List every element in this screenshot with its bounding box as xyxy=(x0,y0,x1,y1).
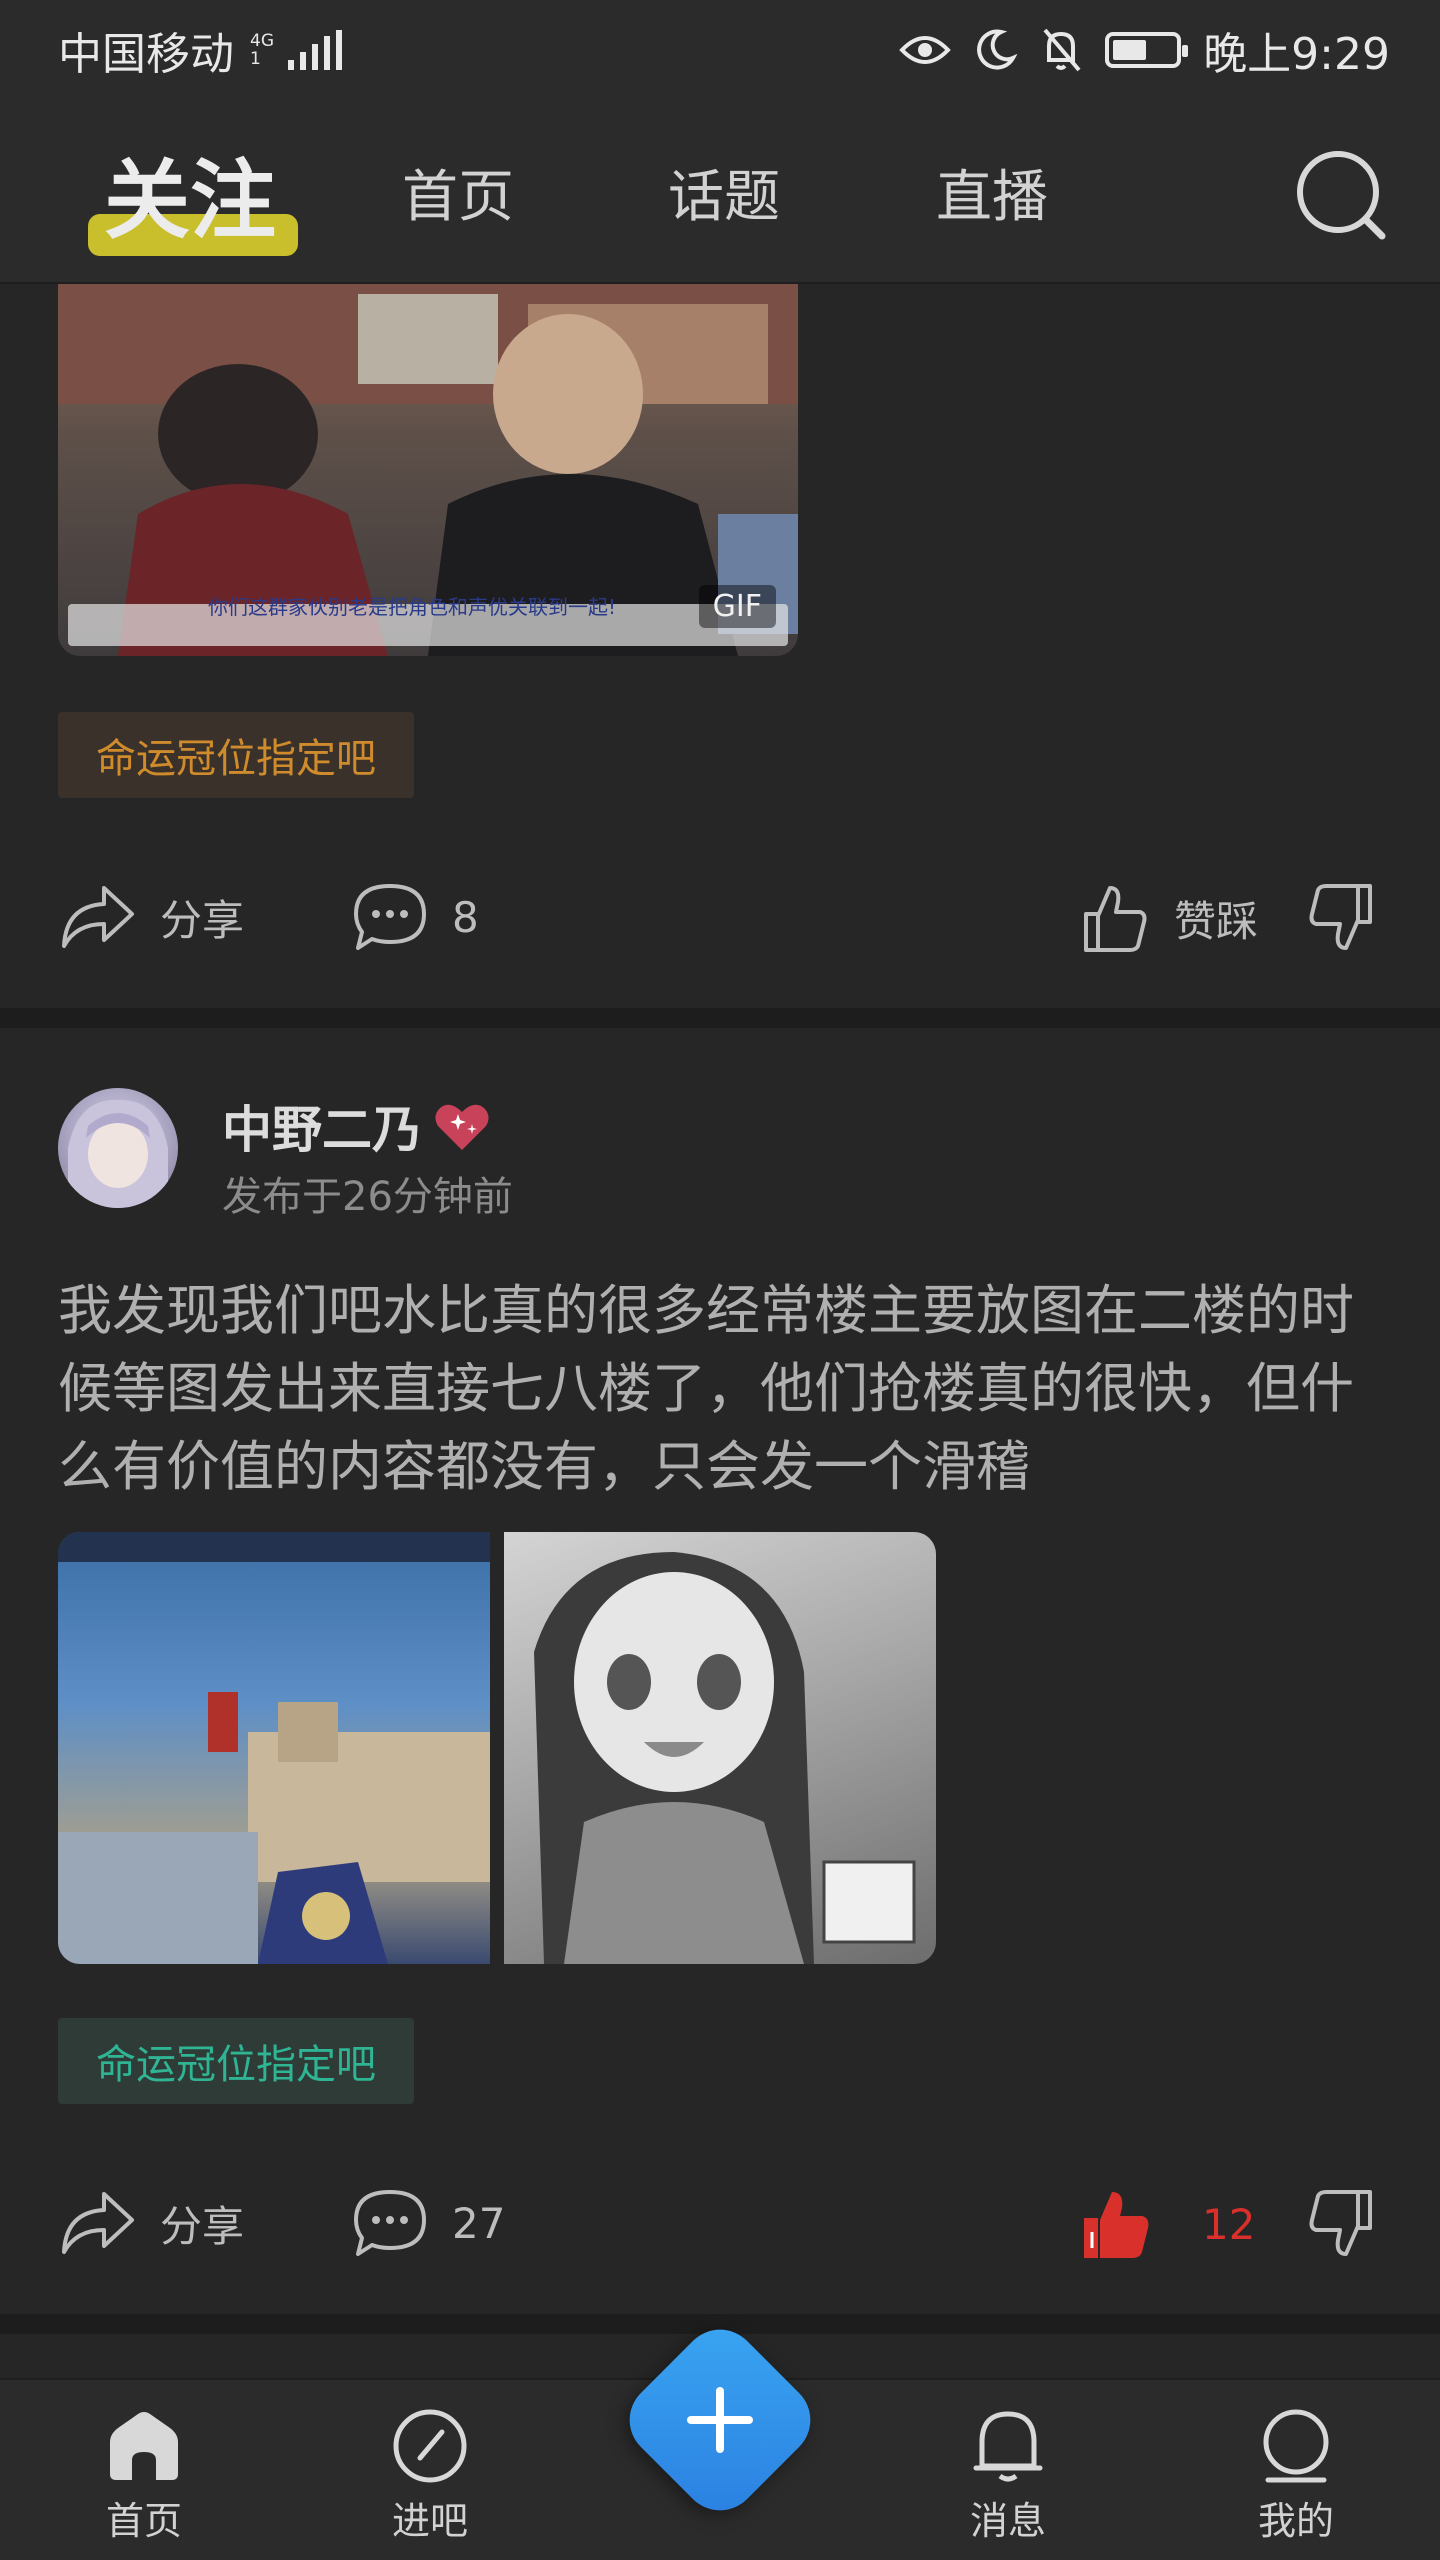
feed-page: 中国移动 4G 1 晚上9:29 关注 首页 话题 直播 你们这群家伙别老是把角… xyxy=(0,0,1440,2560)
thumb-up-filled-icon xyxy=(1084,2192,1149,2258)
comment-icon xyxy=(354,884,426,950)
post2-actions: 分享 27 12 xyxy=(0,2188,1440,2278)
post1-topic-tag[interactable]: 命运冠位指定吧 xyxy=(58,712,414,798)
nav-home[interactable]: 首页 xyxy=(44,2380,244,2560)
tab-topics-label: 话题 xyxy=(668,164,780,230)
username[interactable]: 中野二乃 xyxy=(222,1090,492,1162)
post2-dislike-button[interactable] xyxy=(1306,2188,1376,2260)
tab-following-label: 关注 xyxy=(104,150,276,251)
battery-fill xyxy=(1113,40,1147,60)
avatar[interactable] xyxy=(58,1088,178,1208)
post1-like-button[interactable]: 赞踩 xyxy=(1080,882,1258,954)
share-label: 分享 xyxy=(160,2201,245,2251)
bell-icon xyxy=(973,2411,1043,2482)
gif-badge: GIF xyxy=(698,585,776,628)
bell-muted-icon xyxy=(1043,28,1081,72)
status-right: 晚上9:29 xyxy=(899,18,1390,82)
thumb-down-icon xyxy=(1309,2190,1372,2256)
post2-comment-button[interactable]: 27 xyxy=(352,2188,505,2258)
post1-dislike-button[interactable] xyxy=(1306,882,1376,954)
tab-home[interactable]: 首页 xyxy=(402,100,514,284)
post2-like-button[interactable]: 12 xyxy=(1080,2188,1255,2260)
like-count: 12 xyxy=(1202,2199,1256,2249)
plus-icon xyxy=(687,2387,753,2453)
network-type-bottom: 1 xyxy=(250,49,261,69)
share-label: 分享 xyxy=(160,895,245,945)
post-body[interactable]: 我发现我们吧水比真的很多经常楼主要放图在二楼的时候等图发出来直接七八楼了，他们抢… xyxy=(58,1272,1378,1506)
tab-topics[interactable]: 话题 xyxy=(668,100,780,284)
search-icon[interactable] xyxy=(1286,140,1396,250)
nav-home-label: 首页 xyxy=(105,2499,182,2543)
tab-following[interactable]: 关注 xyxy=(104,100,276,284)
nav-profile-label: 我的 xyxy=(1257,2499,1334,2543)
post2-share-button[interactable]: 分享 xyxy=(58,2188,244,2258)
post1-image[interactable]: 你们这群家伙别老是把角色和声优关联到一起! GIF xyxy=(58,284,798,656)
post-divider xyxy=(0,1008,1440,1028)
post2-topic-tag[interactable]: 命运冠位指定吧 xyxy=(58,2018,414,2104)
tab-live[interactable]: 直播 xyxy=(936,100,1048,284)
post1-actions: 分享 8 赞踩 xyxy=(0,882,1440,972)
compose-button[interactable] xyxy=(613,2313,827,2527)
comment-icon xyxy=(354,2190,426,2256)
nav-forums-label: 进吧 xyxy=(391,2499,468,2543)
nav-messages[interactable]: 消息 xyxy=(908,2380,1108,2560)
battery-icon xyxy=(1105,32,1189,68)
sparkle-heart-icon xyxy=(435,1104,489,1150)
status-left: 中国移动 4G 1 xyxy=(58,18,342,82)
profile-icon xyxy=(1263,2409,1329,2483)
compose-button-shape xyxy=(613,2313,827,2527)
compass-icon xyxy=(393,2409,467,2483)
network-type: 4G 1 xyxy=(250,32,274,68)
vote-label: 赞踩 xyxy=(1174,896,1259,946)
nav-forums[interactable]: 进吧 xyxy=(330,2380,530,2560)
nav-messages-label: 消息 xyxy=(969,2499,1046,2543)
nav-profile[interactable]: 我的 xyxy=(1196,2380,1396,2560)
signal-icon xyxy=(288,30,342,70)
thumb-down-icon xyxy=(1309,884,1372,950)
comment-count: 27 xyxy=(452,2198,506,2248)
comment-count: 8 xyxy=(452,892,479,942)
status-bar: 中国移动 4G 1 晚上9:29 xyxy=(0,0,1440,100)
share-icon xyxy=(62,886,134,948)
clock: 晚上9:29 xyxy=(1203,29,1390,80)
carrier-name: 中国移动 xyxy=(58,29,234,80)
tab-home-label: 首页 xyxy=(402,164,514,230)
username-text: 中野二乃 xyxy=(222,1101,422,1159)
post-time: 发布于26分钟前 xyxy=(222,1174,513,1220)
post2-image-1-art xyxy=(58,1532,490,1964)
home-icon xyxy=(110,2412,178,2480)
thumb-up-icon xyxy=(1084,886,1147,952)
moon-icon xyxy=(977,29,1018,70)
top-nav: 关注 首页 话题 直播 xyxy=(0,100,1440,284)
post2-image-2-art xyxy=(534,1552,916,1964)
image-caption: 你们这群家伙别老是把角色和声优关联到一起! xyxy=(208,595,617,619)
post1-share-button[interactable]: 分享 xyxy=(58,882,244,952)
share-icon xyxy=(62,2192,134,2254)
tab-live-label: 直播 xyxy=(936,164,1048,230)
post1-comment-button[interactable]: 8 xyxy=(352,882,479,952)
eye-icon xyxy=(899,36,951,64)
network-type-top: 4G xyxy=(250,31,274,51)
post2-image-2[interactable] xyxy=(504,1532,936,1964)
avatar-art xyxy=(68,1099,168,1208)
post2-image-1[interactable] xyxy=(58,1532,490,1964)
